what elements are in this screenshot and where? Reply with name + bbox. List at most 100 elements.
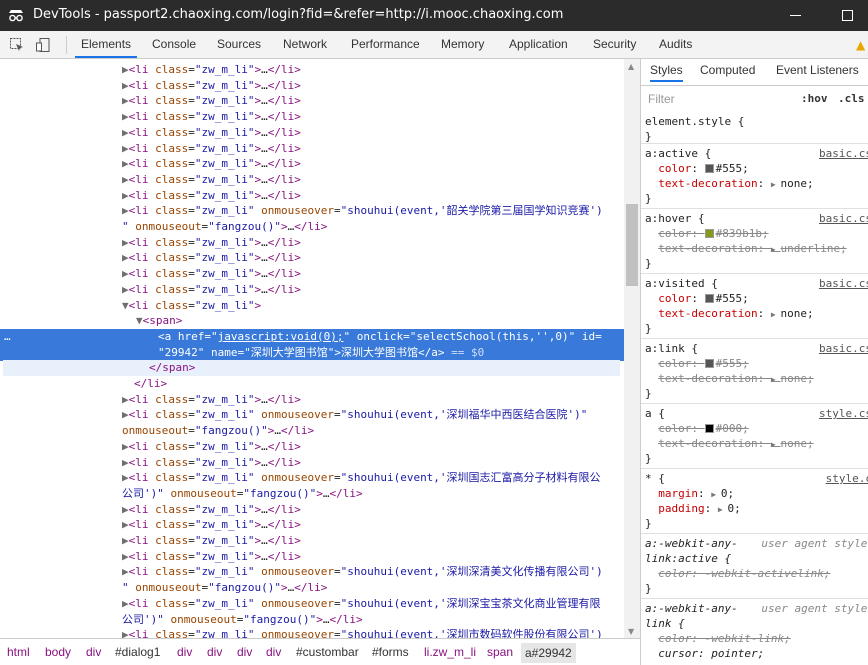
style-declaration[interactable]: text-decoration: ▶ none; [645,371,813,386]
style-declaration[interactable]: color: #555; [645,356,749,371]
warning-icon[interactable]: ▲ [856,38,865,52]
maximize-button[interactable] [842,10,853,21]
tab-network[interactable]: Network [283,31,327,58]
crumb-body[interactable]: body [45,645,71,659]
rule-source-link[interactable]: style.cs [819,406,868,421]
crumb-div[interactable]: div [237,645,252,659]
li-node[interactable]: ▶<li class="zw_m_li">…</li> [0,392,624,408]
hov-toggle[interactable]: :hov [801,92,828,105]
li-node[interactable]: ▶<li class="zw_m_li">…</li> [0,455,624,471]
tab-elements[interactable]: Elements [75,31,138,58]
li-node[interactable]: ▶<li class="zw_m_li" onmouseover="shouhu… [0,203,624,219]
li-node-expanded[interactable]: ▼<li class="zw_m_li"> [0,298,624,314]
selected-a-node[interactable]: … <a href="javascript:void(0);" onclick="… [0,328,624,345]
li-node[interactable]: ▶<li class="zw_m_li" onmouseover="shouhu… [0,564,624,580]
rule-close-brace[interactable]: } [645,129,652,144]
rule-close-brace[interactable]: } [645,386,652,401]
li-node-cont[interactable]: 公司')" onmouseout="fangzou()">…</li> [0,486,624,502]
li-node[interactable]: ▶<li class="zw_m_li">…</li> [0,517,624,533]
li-node[interactable]: ▶<li class="zw_m_li">…</li> [0,78,624,94]
style-declaration[interactable]: color: #000; [645,421,749,436]
inspect-element-icon[interactable] [9,37,25,53]
rule-source-link[interactable]: basic.cs [819,146,868,161]
crumb-div[interactable]: div [266,645,281,659]
crumb-forms[interactable]: #forms [372,645,409,659]
elements-scrollbar[interactable] [624,59,640,638]
crumb-div[interactable]: div [207,645,222,659]
li-node[interactable]: ▶<li class="zw_m_li">…</li> [0,109,624,125]
li-node[interactable]: ▶<li class="zw_m_li">…</li> [0,156,624,172]
li-node[interactable]: ▶<li class="zw_m_li">…</li> [0,141,624,157]
crumb-dialog1[interactable]: #dialog1 [115,645,160,659]
rule-close-brace[interactable]: } [645,321,652,336]
style-declaration[interactable]: color: #555; [645,291,749,306]
li-close[interactable]: </li> [0,376,624,392]
tab-styles[interactable]: Styles [650,63,683,82]
ua-rule-selector[interactable]: a:-webkit-any- [645,601,738,616]
device-toggle-icon[interactable] [35,37,51,53]
ua-rule-selector[interactable]: link:active { [645,551,731,566]
li-node[interactable]: ▶<li class="zw_m_li" onmouseover="shouhu… [0,470,624,486]
li-node[interactable]: ▶<li class="zw_m_li" onmouseover="shouhu… [0,407,624,423]
rule-selector[interactable]: * { [645,471,665,486]
tab-console[interactable]: Console [152,31,196,58]
li-node[interactable]: ▶<li class="zw_m_li" onmouseover="shouhu… [0,627,624,638]
crumb-div[interactable]: div [177,645,192,659]
style-declaration[interactable]: text-decoration: ▶ underline; [645,241,846,256]
li-node[interactable]: ▶<li class="zw_m_li">…</li> [0,93,624,109]
style-declaration[interactable]: text-decoration: ▶ none; [645,306,813,321]
li-node[interactable]: ▶<li class="zw_m_li">…</li> [0,549,624,565]
li-node-cont[interactable]: " onmouseout="fangzou()">…</li> [0,580,624,596]
rule-close-brace[interactable]: } [645,516,652,531]
style-declaration[interactable]: color: #839b1b; [645,226,768,241]
li-node[interactable]: ▶<li class="zw_m_li">…</li> [0,188,624,204]
element-style-rule[interactable]: element.style { [645,114,744,129]
tab-memory[interactable]: Memory [441,31,484,58]
rule-selector[interactable]: a:visited { [645,276,718,291]
li-node-cont[interactable]: " onmouseout="fangzou()">…</li> [0,219,624,235]
li-node[interactable]: ▶<li class="zw_m_li">…</li> [0,282,624,298]
tab-event-listeners[interactable]: Event Listeners [776,63,859,77]
crumb-selected-a[interactable]: a#29942 [521,643,576,663]
crumb-span[interactable]: span [487,645,513,659]
tab-security[interactable]: Security [593,31,636,58]
li-node[interactable]: ▶<li class="zw_m_li">…</li> [0,125,624,141]
li-node[interactable]: ▶<li class="zw_m_li">…</li> [0,439,624,455]
style-declaration[interactable]: text-decoration: ▶ none; [645,436,813,451]
li-node[interactable]: ▶<li class="zw_m_li">…</li> [0,266,624,282]
rule-close-brace[interactable]: } [645,256,652,271]
scroll-up-icon[interactable]: ▲ [628,62,634,71]
rule-selector[interactable]: a:hover { [645,211,705,226]
style-declaration[interactable]: padding: ▶ 0; [645,501,741,516]
crumb-custombar[interactable]: #custombar [296,645,359,659]
span-node[interactable]: ▼<span> [0,313,624,329]
tab-sources[interactable]: Sources [217,31,261,58]
rule-close-brace[interactable]: } [645,191,652,206]
rule-selector[interactable]: a { [645,406,665,421]
crumb-div[interactable]: div [86,645,101,659]
span-close[interactable]: </span> [3,360,620,377]
rule-selector[interactable]: a:active { [645,146,711,161]
ua-rule-selector[interactable]: link { [645,616,685,631]
ua-declaration[interactable]: cursor: pointer; [645,646,764,661]
rule-source-link[interactable]: style.c [826,471,868,486]
rule-selector[interactable]: a:link { [645,341,698,356]
minimize-button[interactable] [790,15,801,16]
scrollbar-thumb[interactable] [626,204,638,286]
li-node[interactable]: ▶<li class="zw_m_li" onmouseover="shouhu… [0,596,624,612]
tab-application[interactable]: Application [509,31,568,58]
rule-source-link[interactable]: basic.cs [819,211,868,226]
li-node[interactable]: ▶<li class="zw_m_li">…</li> [0,62,624,78]
rule-source-link[interactable]: basic.cs [819,276,868,291]
style-declaration[interactable]: color: #555; [645,161,749,176]
li-node[interactable]: ▶<li class="zw_m_li">…</li> [0,502,624,518]
li-node-cont[interactable]: 公司')" onmouseout="fangzou()">…</li> [0,612,624,628]
rule-close-brace[interactable]: } [645,581,652,596]
li-node[interactable]: ▶<li class="zw_m_li">…</li> [0,172,624,188]
li-node[interactable]: ▶<li class="zw_m_li">…</li> [0,533,624,549]
selected-a-node-cont[interactable]: "29942" name="深圳大学图书馆">深圳大学图书馆</a> == $0 [0,344,624,361]
rule-close-brace[interactable]: } [645,451,652,466]
styles-filter-input[interactable]: Filter [645,90,790,108]
rule-source-link[interactable]: basic.cs [819,341,868,356]
li-node[interactable]: ▶<li class="zw_m_li">…</li> [0,235,624,251]
